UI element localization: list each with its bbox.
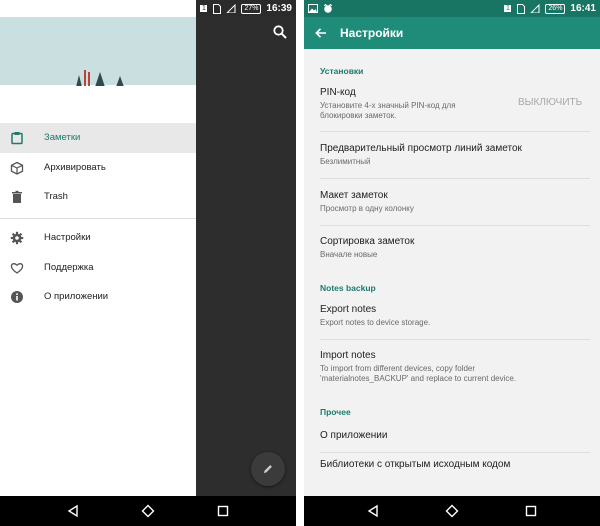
section-header-other: Прочее: [320, 407, 351, 417]
pref-note-sorting[interactable]: Сортировка заметок Вначале новые: [304, 231, 600, 271]
sim-badge: 1: [503, 4, 513, 13]
signal-icon: [530, 4, 540, 13]
pref-summary: блокировки заметок.: [320, 111, 397, 120]
pref-title: Предварительный просмотр линий заметок: [320, 143, 522, 154]
pref-title: Сортировка заметок: [320, 236, 415, 247]
drawer-item-trash[interactable]: Trash: [0, 182, 196, 212]
pref-summary: Просмотр в одну колонку: [320, 204, 414, 213]
drawer-item-label: Trash: [44, 191, 68, 202]
screenshot-gap: [296, 0, 304, 526]
page-title: Настройки: [340, 26, 404, 40]
notes-icon: [11, 132, 23, 145]
pref-title: О приложении: [320, 430, 388, 441]
gear-icon: [10, 231, 24, 245]
sim-card-icon: [517, 3, 526, 14]
drawer-item-label: О приложении: [44, 291, 109, 302]
dimmed-notes-area[interactable]: [196, 0, 296, 496]
pref-note-layout[interactable]: Макет заметок Просмотр в одну колонку: [304, 184, 600, 224]
pref-divider: [320, 131, 590, 132]
back-triangle-icon[interactable]: [366, 504, 380, 518]
drawer-divider: [0, 218, 196, 219]
recents-icon[interactable]: [524, 504, 538, 518]
battery-indicator: 27%: [241, 3, 262, 14]
settings-app-bar: Настройки: [304, 17, 600, 49]
section-header-backup: Notes backup: [320, 283, 376, 293]
drawer-item-notes[interactable]: Заметки: [0, 123, 196, 153]
section-header-install: Установки: [320, 66, 364, 76]
pref-title: PIN-код: [320, 87, 356, 98]
signal-icon: [226, 4, 236, 13]
right-phone-screen: 1 26% 16:41 Настройки Установки PIN-код …: [304, 0, 600, 526]
pref-summary: Установите 4-х значный PIN-код для: [320, 101, 456, 110]
pref-divider: [320, 178, 590, 179]
image-notification-icon: [308, 4, 318, 13]
pref-pin-code[interactable]: PIN-код Установите 4-х значный PIN-код д…: [304, 83, 600, 129]
navigation-drawer: Заметки Архивировать Trash Настройки Под…: [0, 0, 196, 496]
drawer-item-label: Поддержка: [44, 262, 94, 273]
pref-divider: [320, 225, 590, 226]
pref-divider: [320, 339, 590, 340]
pref-summary: Вначале новые: [320, 250, 378, 259]
recents-icon[interactable]: [216, 504, 230, 518]
drawer-item-label: Архивировать: [44, 162, 106, 173]
pref-title: Import notes: [320, 350, 376, 361]
pref-title: Библиотеки с открытым исходным кодом: [320, 459, 511, 470]
pencil-icon: [264, 465, 272, 473]
winter-landscape-illustration: [0, 17, 196, 87]
left-phone-screen: 1 27% 16:39 Заметки Архивировать Trash Н…: [0, 0, 296, 526]
pref-open-source-libraries[interactable]: Библиотеки с открытым исходным кодом: [304, 454, 600, 484]
pref-title: Export notes: [320, 304, 377, 315]
back-triangle-icon[interactable]: [66, 504, 80, 518]
cat-notification-icon: [324, 4, 332, 13]
drawer-item-archive[interactable]: Архивировать: [0, 153, 196, 183]
info-icon: [11, 291, 23, 303]
drawer-item-about[interactable]: О приложении: [0, 282, 196, 312]
pref-divider: [320, 452, 590, 453]
drawer-header-image: [0, 17, 196, 87]
sim-badge: 1: [199, 4, 209, 13]
pref-about-app[interactable]: О приложении: [304, 423, 600, 451]
trash-icon: [12, 190, 22, 203]
drawer-item-support[interactable]: Поддержка: [0, 253, 196, 283]
arrow-back-icon[interactable]: [314, 26, 328, 40]
system-nav-bar: [304, 496, 600, 526]
home-icon[interactable]: [141, 504, 155, 518]
pref-summary: Export notes to device storage.: [320, 318, 431, 327]
pref-summary: 'materialnotes_BACKUP' and replace to cu…: [320, 374, 517, 383]
pref-export-notes[interactable]: Export notes Export notes to device stor…: [304, 299, 600, 337]
new-note-fab[interactable]: [251, 452, 285, 486]
home-icon[interactable]: [445, 504, 459, 518]
drawer-item-label: Заметки: [44, 132, 81, 143]
drawer-item-label: Настройки: [44, 232, 91, 243]
drawer-header-snow: [0, 86, 196, 116]
settings-list: Установки PIN-код Установите 4-х значный…: [304, 49, 600, 496]
system-nav-bar: [0, 496, 296, 526]
pref-import-notes[interactable]: Import notes To import from different de…: [304, 345, 600, 393]
status-time: 16:39: [266, 3, 292, 14]
battery-indicator: 26%: [545, 3, 566, 14]
pref-summary: To import from different devices, copy f…: [320, 364, 476, 373]
status-time: 16:41: [570, 3, 596, 14]
pref-note-preview-lines[interactable]: Предварительный просмотр линий заметок Б…: [304, 137, 600, 177]
heart-icon: [10, 263, 24, 274]
pref-title: Макет заметок: [320, 190, 388, 201]
drawer-item-settings[interactable]: Настройки: [0, 223, 196, 253]
sim-card-icon: [213, 3, 222, 14]
status-bar: 1 26% 16:41: [304, 0, 600, 17]
archive-box-icon: [10, 161, 24, 175]
search-icon[interactable]: [272, 24, 288, 40]
pin-disable-button[interactable]: ВЫКЛЮЧИТЬ: [518, 97, 582, 108]
pref-summary: Безлимитный: [320, 157, 371, 166]
